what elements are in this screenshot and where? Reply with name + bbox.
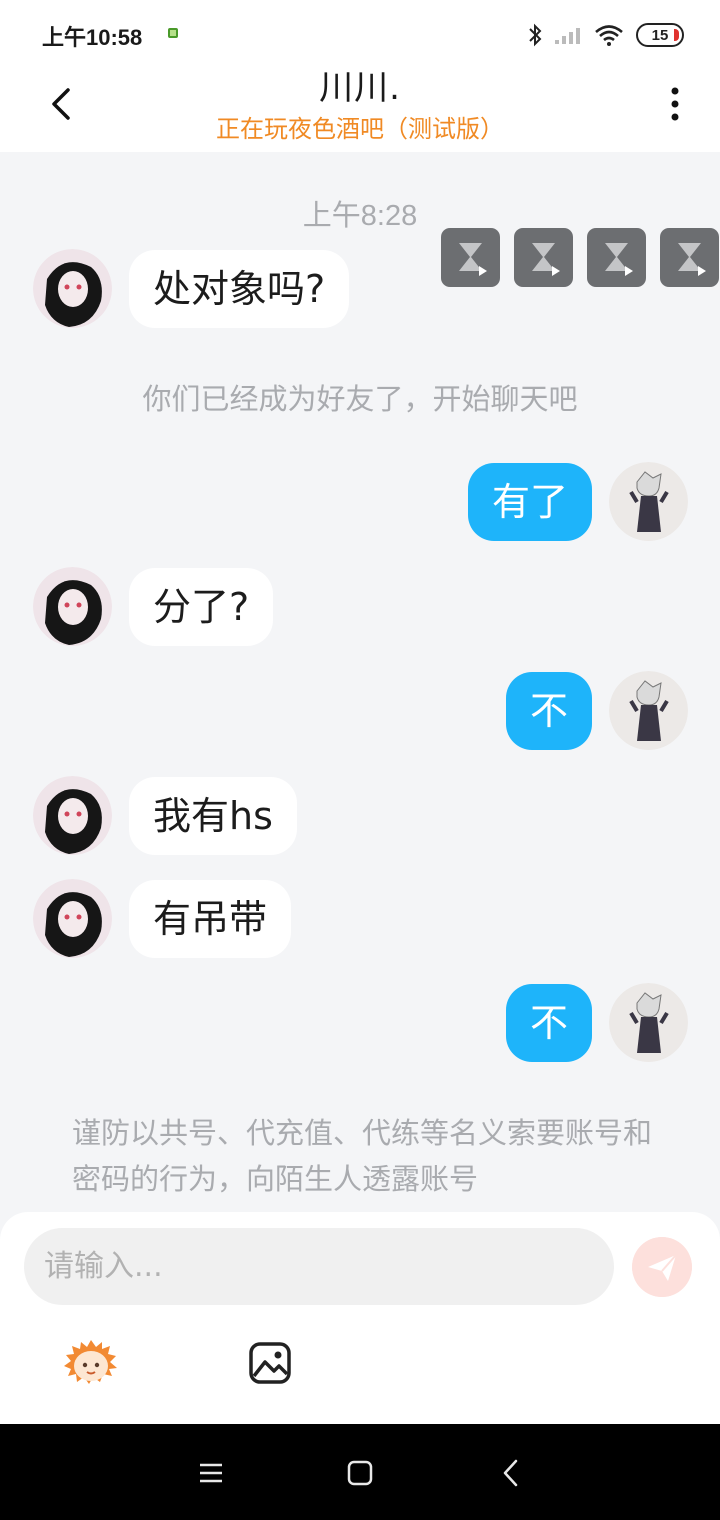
friend-avatar[interactable] <box>33 567 112 646</box>
status-icons: 15 <box>528 22 684 48</box>
hourglass-icon <box>605 243 633 276</box>
wifi-icon <box>595 25 623 46</box>
page-title: 川川. <box>319 68 401 108</box>
video-row <box>441 228 719 287</box>
input-panel <box>0 1212 720 1424</box>
bluetooth-icon <box>529 23 542 47</box>
hourglass-icon <box>459 243 487 276</box>
message-bubble[interactable]: 我有hs <box>129 776 297 855</box>
back-button[interactable] <box>40 82 84 126</box>
home-icon[interactable] <box>345 1458 375 1488</box>
message-row-incoming: 有吊带 <box>33 879 292 958</box>
video-thumbnail[interactable] <box>514 228 573 287</box>
hourglass-icon <box>532 243 560 276</box>
message-row-outgoing: 有了 <box>467 462 688 541</box>
friend-avatar[interactable] <box>33 879 112 958</box>
system-message: 你们已经成为好友了，开始聊天吧 <box>142 382 578 416</box>
battery-icon: 15 <box>636 23 684 47</box>
chat-header: 川川. 正在玩夜色酒吧（测试版） <box>0 68 720 152</box>
friend-avatar[interactable] <box>33 249 112 328</box>
message-bubble[interactable]: 有吊带 <box>129 879 292 958</box>
message-bubble[interactable]: 不 <box>505 671 592 750</box>
game-status: 正在玩夜色酒吧（测试版） <box>216 115 504 143</box>
my-avatar[interactable] <box>609 671 688 750</box>
image-icon[interactable] <box>247 1340 293 1386</box>
message-bubble[interactable]: 不 <box>505 983 592 1062</box>
hourglass-icon <box>678 243 706 276</box>
message-row-incoming: 我有hs <box>33 776 297 855</box>
chat-area[interactable]: 上午8:28 处对象吗? 你们已经成为好友了，开始聊天吧 有了 分了? 不 我有… <box>0 152 720 1214</box>
message-row-outgoing: 不 <box>505 983 688 1062</box>
message-bubble[interactable]: 分了? <box>129 567 274 646</box>
my-avatar[interactable] <box>609 983 688 1062</box>
signal-icon <box>555 28 580 44</box>
notification-icon <box>168 28 178 38</box>
nav-back-icon[interactable] <box>497 1458 527 1488</box>
menu-icon[interactable] <box>196 1458 226 1488</box>
system-nav-bar <box>0 1424 720 1520</box>
my-avatar[interactable] <box>609 462 688 541</box>
message-row-incoming: 处对象吗? <box>33 249 350 328</box>
video-thumbnail[interactable] <box>660 228 719 287</box>
send-button[interactable] <box>632 1237 692 1297</box>
message-bubble[interactable]: 处对象吗? <box>129 249 350 328</box>
more-menu-button[interactable] <box>660 84 690 124</box>
message-row-incoming: 分了? <box>33 567 274 646</box>
friend-avatar[interactable] <box>33 776 112 855</box>
battery-level: 15 <box>651 26 669 44</box>
message-input[interactable] <box>24 1228 614 1305</box>
status-bar: 上午10:58 15 <box>0 0 720 68</box>
status-time: 上午10:58 <box>42 25 143 50</box>
title-block: 川川. 正在玩夜色酒吧（测试版） <box>120 68 600 144</box>
video-thumbnail[interactable] <box>587 228 646 287</box>
video-thumbnail[interactable] <box>441 228 500 287</box>
message-row-outgoing: 不 <box>505 671 688 750</box>
emoji-button[interactable] <box>62 1338 120 1388</box>
message-bubble[interactable]: 有了 <box>467 462 592 541</box>
security-warning: 谨防以共号、代充值、代练等名义索要账号和密码的行为，向陌生人透露账号 <box>72 1116 653 1196</box>
